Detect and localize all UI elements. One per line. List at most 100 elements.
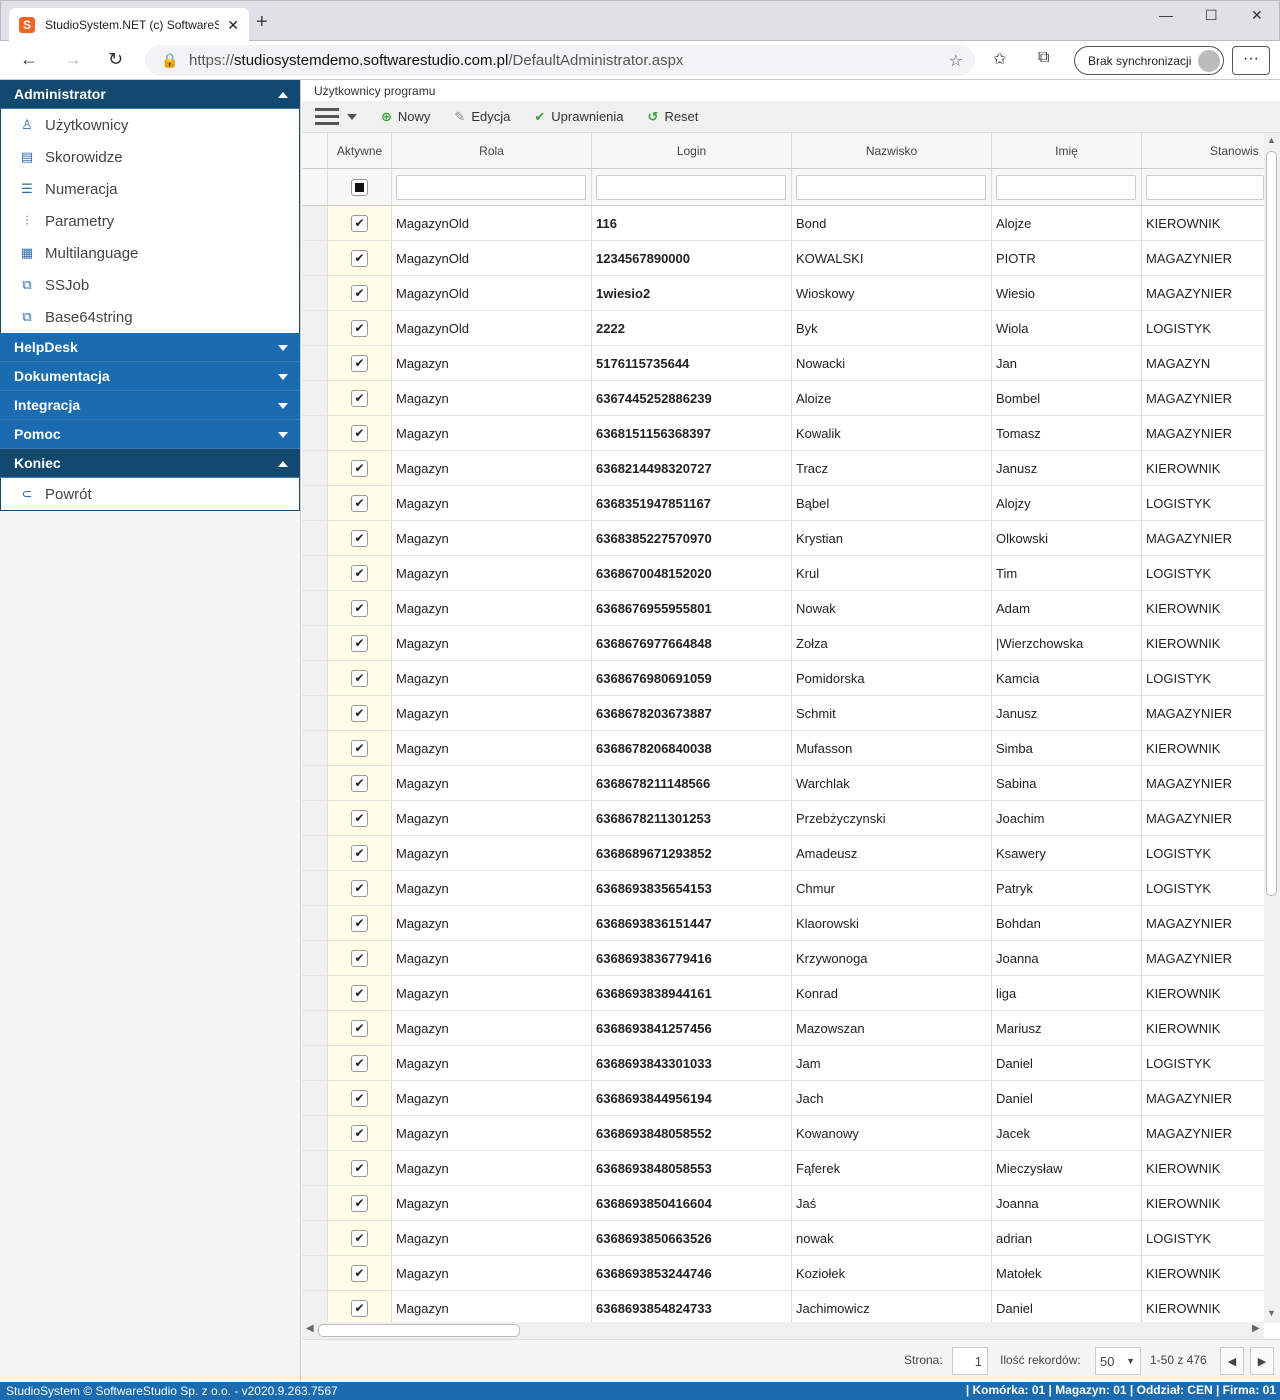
table-row[interactable]: ✔ Magazyn 6367445252886239 Aloize Bombel MAGA… <box>302 381 1264 416</box>
cell-position[interactable]: KIEROWNIK <box>1142 1011 1264 1045</box>
sidebar-item-multilanguage[interactable]: ▦ Multilanguage <box>1 237 299 269</box>
reload-icon[interactable]: ↻ <box>108 49 123 70</box>
cell-name[interactable]: Ksawery <box>992 836 1142 870</box>
column-header-active[interactable]: Aktywne <box>328 133 392 168</box>
cell-login[interactable]: 6368670048152020 <box>592 556 792 590</box>
prev-page-button[interactable]: ◀ <box>1220 1347 1244 1375</box>
cell-role[interactable]: Magazyn <box>392 1081 592 1115</box>
row-indicator[interactable] <box>302 206 328 240</box>
page-input[interactable]: 1 <box>952 1347 988 1375</box>
vertical-scroll-thumb[interactable] <box>1266 151 1277 896</box>
row-indicator[interactable] <box>302 521 328 555</box>
cell-login[interactable]: 2222 <box>592 311 792 345</box>
cell-surname[interactable]: Zołza <box>792 626 992 660</box>
cell-role[interactable]: Magazyn <box>392 1046 592 1080</box>
cell-name[interactable]: Tomasz <box>992 416 1142 450</box>
sidebar-item-użytkownicy[interactable]: ♙ Użytkownicy <box>1 109 299 141</box>
row-indicator[interactable] <box>302 661 328 695</box>
column-header-surname[interactable]: Nazwisko <box>792 133 992 168</box>
cell-surname[interactable]: nowak <box>792 1221 992 1255</box>
cell-name[interactable]: Joanna <box>992 1186 1142 1220</box>
cell-login[interactable]: 6368693838944161 <box>592 976 792 1010</box>
cell-surname[interactable]: Warchlak <box>792 766 992 800</box>
browser-tab[interactable]: S StudioSystem.NET (c) SoftwareSt ✕ <box>9 8 249 42</box>
new-tab-icon[interactable]: + <box>256 11 268 34</box>
row-indicator[interactable] <box>302 381 328 415</box>
active-checkbox[interactable]: ✔ <box>351 529 368 547</box>
row-indicator[interactable] <box>302 416 328 450</box>
back-icon[interactable]: ← <box>20 49 38 70</box>
cell-position[interactable]: LOGISTYK <box>1142 1221 1264 1255</box>
filter-role-input[interactable] <box>396 174 586 200</box>
cell-surname[interactable]: KOWALSKI <box>792 241 992 275</box>
active-checkbox[interactable]: ✔ <box>351 634 368 652</box>
record-count-select[interactable]: 50 ▼ <box>1095 1347 1141 1375</box>
cell-name[interactable]: PIOTR <box>992 241 1142 275</box>
cell-role[interactable]: MagazynOld <box>392 241 592 275</box>
cell-login[interactable]: 6368693848058553 <box>592 1151 792 1185</box>
active-checkbox[interactable]: ✔ <box>351 914 368 932</box>
row-indicator[interactable] <box>302 1256 328 1290</box>
row-indicator[interactable] <box>302 1291 328 1322</box>
row-indicator[interactable] <box>302 1186 328 1220</box>
row-indicator[interactable] <box>302 1151 328 1185</box>
section-pomoc[interactable]: Pomoc <box>0 420 300 449</box>
active-checkbox[interactable]: ✔ <box>351 1299 368 1317</box>
cell-login[interactable]: 6368678211148566 <box>592 766 792 800</box>
cell-login[interactable]: 6368678211301253 <box>592 801 792 835</box>
cell-surname[interactable]: Chmur <box>792 871 992 905</box>
cell-surname[interactable]: Nowak <box>792 591 992 625</box>
table-row[interactable]: ✔ Magazyn 6368693841257456 Mazowszan Mariusz… <box>302 1011 1264 1046</box>
table-row[interactable]: ✔ Magazyn 6368693853244746 Koziołek Matołek K… <box>302 1256 1264 1291</box>
active-checkbox[interactable]: ✔ <box>351 739 368 757</box>
active-checkbox[interactable]: ✔ <box>351 1159 368 1177</box>
cell-login[interactable]: 6368693843301033 <box>592 1046 792 1080</box>
cell-role[interactable]: Magazyn <box>392 976 592 1010</box>
cell-name[interactable]: Matołek <box>992 1256 1142 1290</box>
row-indicator[interactable] <box>302 626 328 660</box>
active-checkbox[interactable]: ✔ <box>351 284 368 302</box>
cell-surname[interactable]: Aloize <box>792 381 992 415</box>
table-row[interactable]: ✔ Magazyn 5176115735644 Nowacki Jan MAGAZYN <box>302 346 1264 381</box>
active-checkbox[interactable]: ✔ <box>351 354 368 372</box>
cell-login[interactable]: 6368693835654153 <box>592 871 792 905</box>
section-dokumentacja[interactable]: Dokumentacja <box>0 362 300 391</box>
sidebar-item-parametry[interactable]: ⫶ Parametry <box>1 205 299 237</box>
cell-role[interactable]: Magazyn <box>392 346 592 380</box>
maximize-icon[interactable]: ☐ <box>1205 7 1218 24</box>
table-row[interactable]: ✔ MagazynOld 2222 Byk Wiola LOGISTYK <box>302 311 1264 346</box>
next-page-button[interactable]: ▶ <box>1250 1347 1274 1375</box>
cell-surname[interactable]: Tracz <box>792 451 992 485</box>
cell-role[interactable]: Magazyn <box>392 521 592 555</box>
active-checkbox[interactable]: ✔ <box>351 669 368 687</box>
cell-position[interactable]: MAGAZYNIER <box>1142 696 1264 730</box>
cell-surname[interactable]: Jam <box>792 1046 992 1080</box>
active-checkbox[interactable]: ✔ <box>351 494 368 512</box>
section-koniec[interactable]: Koniec <box>0 449 300 478</box>
row-indicator[interactable] <box>302 311 328 345</box>
table-row[interactable]: ✔ Magazyn 6368693836779416 Krzywonoga Joanna… <box>302 941 1264 976</box>
cell-name[interactable]: Tim <box>992 556 1142 590</box>
cell-name[interactable]: Jacek <box>992 1116 1142 1150</box>
active-checkbox[interactable]: ✔ <box>351 459 368 477</box>
cell-position[interactable]: KIEROWNIK <box>1142 206 1264 240</box>
cell-role[interactable]: MagazynOld <box>392 206 592 240</box>
cell-position[interactable]: MAGAZYNIER <box>1142 241 1264 275</box>
cell-surname[interactable]: Jaś <box>792 1186 992 1220</box>
table-row[interactable]: ✔ Magazyn 6368676955955801 Nowak Adam KIEROWN… <box>302 591 1264 626</box>
cell-role[interactable]: Magazyn <box>392 871 592 905</box>
table-row[interactable]: ✔ MagazynOld 116 Bond Alojze KIEROWNIK <box>302 206 1264 241</box>
reset-button[interactable]: ↺ Reset <box>648 109 699 125</box>
cell-login[interactable]: 6368351947851167 <box>592 486 792 520</box>
cell-position[interactable]: KIEROWNIK <box>1142 1186 1264 1220</box>
cell-name[interactable]: adrian <box>992 1221 1142 1255</box>
table-row[interactable]: ✔ Magazyn 6368214498320727 Tracz Janusz KIERO… <box>302 451 1264 486</box>
cell-login[interactable]: 6368676977664848 <box>592 626 792 660</box>
section-integracja[interactable]: Integracja <box>0 391 300 420</box>
cell-login[interactable]: 1234567890000 <box>592 241 792 275</box>
table-row[interactable]: ✔ Magazyn 6368351947851167 Bąbel Alojzy LOGIS… <box>302 486 1264 521</box>
cell-role[interactable]: Magazyn <box>392 1011 592 1045</box>
cell-login[interactable]: 6367445252886239 <box>592 381 792 415</box>
cell-name[interactable]: Jan <box>992 346 1142 380</box>
filter-login-input[interactable] <box>596 174 786 200</box>
